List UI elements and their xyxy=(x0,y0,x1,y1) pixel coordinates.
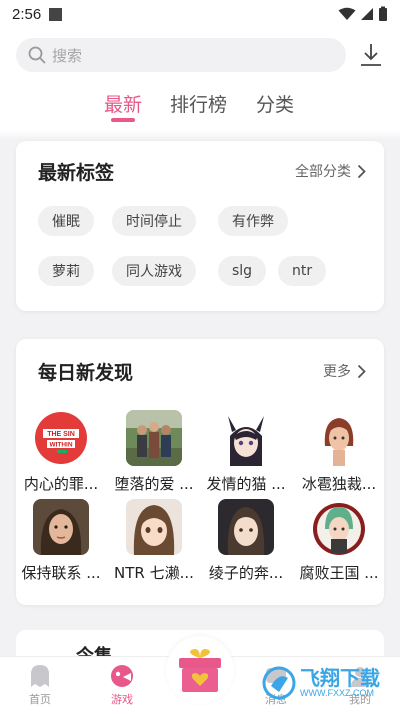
nav-games-label: 游戏 xyxy=(111,693,133,706)
more-link[interactable]: 更多 xyxy=(323,361,366,381)
app-name: 内心的罪... xyxy=(23,475,99,493)
app-name: 堕落的爱 ... xyxy=(114,475,194,493)
app-thumbnail xyxy=(126,410,182,466)
app-item[interactable]: 保持联系 ... xyxy=(18,499,104,583)
notification-icon xyxy=(49,7,63,21)
app-name: NTR 七濑... xyxy=(114,564,194,582)
watermark-url: WWW.FXXZ.COM xyxy=(300,688,374,698)
app-name: 绫子的奔... xyxy=(208,564,284,582)
search-icon xyxy=(28,46,46,64)
nav-games[interactable]: 游戏 xyxy=(92,663,152,707)
chevron-right-icon xyxy=(357,364,366,378)
tag-chip[interactable]: 催眠 xyxy=(38,206,94,236)
app-item[interactable]: 堕落的爱 ... xyxy=(111,410,197,494)
top-bar: 搜索 xyxy=(0,28,400,80)
tab-category[interactable]: 分类 xyxy=(256,90,294,117)
search-input[interactable]: 搜索 xyxy=(16,38,346,72)
nav-home[interactable]: 首页 xyxy=(10,663,70,707)
svg-text:WITHIN: WITHIN xyxy=(49,442,72,449)
download-button[interactable] xyxy=(356,40,386,70)
more-label: 更多 xyxy=(323,364,351,380)
ghost-icon xyxy=(31,665,49,687)
tag-chip[interactable]: 萝莉 xyxy=(38,256,94,286)
search-placeholder: 搜索 xyxy=(52,46,83,65)
gift-icon xyxy=(179,649,221,692)
app-thumbnail xyxy=(33,499,89,555)
app-item[interactable]: THE SIN WITHIN 内心的罪... xyxy=(18,410,104,494)
tag-chip[interactable]: 同人游戏 xyxy=(112,256,196,286)
latest-tags-title: 最新标签 xyxy=(38,162,115,184)
app-name: 冰雹独裁... xyxy=(301,475,377,493)
svg-text:THE SIN: THE SIN xyxy=(47,431,75,438)
tag-chip[interactable]: 时间停止 xyxy=(112,206,196,236)
gamepad-icon xyxy=(111,665,133,687)
download-icon xyxy=(361,44,381,66)
app-item[interactable]: NTR 七濑... xyxy=(111,499,197,583)
all-categories-label: 全部分类 xyxy=(295,164,351,180)
app-item[interactable]: 发情的猫 ... xyxy=(203,410,289,494)
app-item[interactable]: 腐败王国 ... xyxy=(296,499,382,583)
cellular-icon xyxy=(361,8,373,20)
nav-home-label: 首页 xyxy=(29,693,51,706)
app-item[interactable]: 冰雹独裁... xyxy=(296,410,382,494)
watermark-logo: 飞翔下载 WWW.FXXZ.COM xyxy=(262,660,392,706)
chevron-right-icon xyxy=(357,164,366,178)
latest-tags-card: 最新标签 全部分类 催眠 时间停止 有作弊 萝莉 同人游戏 slg ntr xyxy=(16,141,384,311)
watermark-icon xyxy=(262,666,296,700)
app-name: 发情的猫 ... xyxy=(206,475,286,493)
app-thumbnail xyxy=(311,499,367,555)
tab-ranking[interactable]: 排行榜 xyxy=(170,90,227,117)
tab-bar: 最新 排行榜 分类 xyxy=(0,80,400,130)
app-item[interactable]: 绫子的奔... xyxy=(203,499,289,583)
status-bar: 2:56 xyxy=(0,0,400,28)
watermark-text: 飞翔下载 xyxy=(300,666,380,690)
all-categories-link[interactable]: 全部分类 xyxy=(295,161,366,181)
app-thumbnail xyxy=(218,410,274,466)
tag-chip[interactable]: 有作弊 xyxy=(218,206,288,236)
app-thumbnail: THE SIN WITHIN xyxy=(33,410,89,466)
app-name: 腐败王国 ... xyxy=(299,564,379,582)
active-tab-indicator xyxy=(111,118,135,122)
wifi-icon xyxy=(338,7,356,20)
gift-button[interactable] xyxy=(166,636,234,704)
tag-chip[interactable]: slg xyxy=(218,256,267,286)
tag-chip[interactable]: ntr xyxy=(278,256,327,286)
app-thumbnail xyxy=(311,410,367,466)
tab-latest[interactable]: 最新 xyxy=(104,90,142,117)
app-thumbnail xyxy=(126,499,182,555)
app-thumbnail xyxy=(218,499,274,555)
header-shadow xyxy=(0,130,400,140)
daily-discovery-title: 每日新发现 xyxy=(38,362,134,384)
battery-icon xyxy=(379,6,387,21)
status-time: 2:56 xyxy=(12,5,42,23)
app-name: 保持联系 ... xyxy=(21,564,101,582)
daily-discovery-card: 每日新发现 更多 THE SIN WITHIN 内心的罪... 堕落的爱 ... xyxy=(16,339,384,605)
